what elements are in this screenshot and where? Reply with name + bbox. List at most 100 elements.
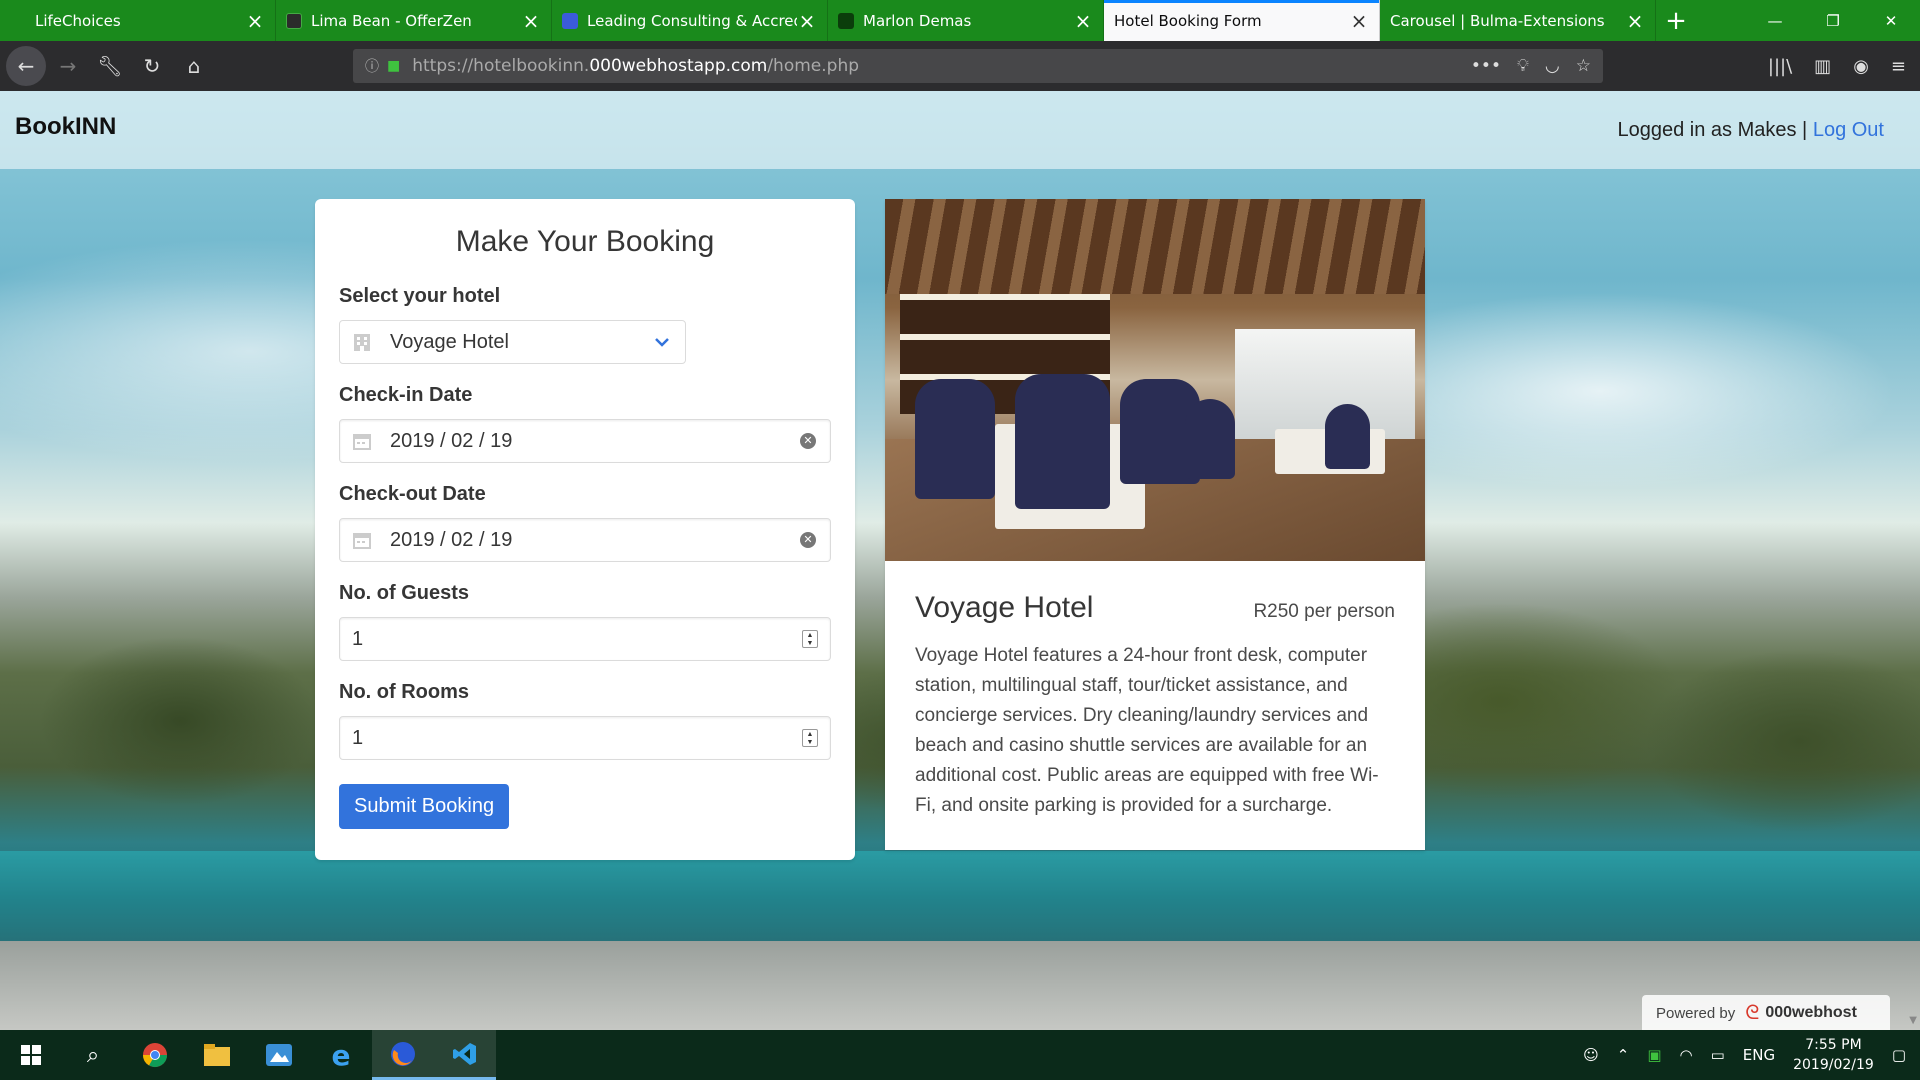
tab-title: Hotel Booking Form xyxy=(1114,11,1262,30)
people-icon[interactable]: ☺ xyxy=(1583,1046,1599,1064)
tab-favicon-icon xyxy=(562,12,578,29)
site-brand[interactable]: BookINN xyxy=(15,113,116,141)
more-actions-icon[interactable]: ••• xyxy=(1471,56,1501,76)
form-title: Make Your Booking xyxy=(455,225,715,258)
checkin-field: Check-in Date 2019 / 02 / 19 ✕ xyxy=(339,384,831,463)
photo-chair xyxy=(1015,374,1110,509)
close-tab-icon[interactable]: × xyxy=(1349,9,1369,33)
browser-tab[interactable]: Leading Consulting & Accredit × xyxy=(552,0,828,41)
notifications-icon[interactable]: ▢ xyxy=(1892,1046,1906,1064)
clear-date-icon[interactable]: ✕ xyxy=(800,433,816,449)
wrench-icon[interactable]: 🔧︎ xyxy=(90,46,130,86)
firefox-icon[interactable] xyxy=(372,1030,434,1080)
tab-favicon-icon xyxy=(286,12,302,29)
tab-favicon-icon xyxy=(838,12,854,29)
browser-toolbar: ← → 🔧︎ ↻ ⌂ ⓘ ■ https://hotelbookinn.000w… xyxy=(0,41,1920,91)
background-pool xyxy=(0,851,1920,941)
tray-app-icon[interactable]: ▣ xyxy=(1647,1046,1661,1064)
logout-link[interactable]: Log Out xyxy=(1813,119,1884,141)
language-indicator[interactable]: ENG xyxy=(1743,1046,1775,1064)
browser-tab[interactable]: Marlon Demas × xyxy=(828,0,1104,41)
restore-icon[interactable]: ❐ xyxy=(1804,0,1862,41)
checkout-label: Check-out Date xyxy=(339,483,486,505)
forward-arrow-icon[interactable]: → xyxy=(48,46,88,86)
hotel-price: R250 per person xyxy=(1253,601,1395,622)
home-icon[interactable]: ⌂ xyxy=(174,46,214,86)
browser-tab-active[interactable]: Hotel Booking Form × xyxy=(1104,0,1380,41)
spin-down-icon[interactable]: ▼ xyxy=(803,639,817,647)
battery-icon[interactable]: ▭ xyxy=(1711,1046,1725,1064)
vscode-icon[interactable] xyxy=(434,1030,496,1080)
checkin-label: Check-in Date xyxy=(339,384,473,406)
photo-ceiling xyxy=(885,199,1425,294)
tab-title: Marlon Demas xyxy=(863,11,972,30)
spin-up-icon[interactable]: ▲ xyxy=(803,730,817,738)
000webhost-logo-icon: ᘓ xyxy=(1745,1001,1760,1024)
reload-icon[interactable]: ↻ xyxy=(132,46,172,86)
edge-icon[interactable]: e xyxy=(310,1030,372,1080)
checkout-date-input[interactable]: 2019 / 02 / 19 ✕ xyxy=(339,518,831,562)
extension-icon[interactable]: ◉ xyxy=(1853,56,1869,77)
window-controls: — ❐ ✕ xyxy=(1746,0,1920,41)
close-window-icon[interactable]: ✕ xyxy=(1862,0,1920,41)
checkin-date-input[interactable]: 2019 / 02 / 19 ✕ xyxy=(339,419,831,463)
close-tab-icon[interactable]: × xyxy=(797,9,817,33)
close-tab-icon[interactable]: × xyxy=(1625,9,1645,33)
photo-chair xyxy=(915,379,995,499)
powered-by-badge[interactable]: Powered by ᘓ 000webhost xyxy=(1642,995,1890,1030)
close-tab-icon[interactable]: × xyxy=(1073,9,1093,33)
pocket-icon[interactable]: ◡ xyxy=(1545,56,1560,76)
info-icon[interactable]: ⓘ xyxy=(365,56,379,76)
number-spinner[interactable]: ▲ ▼ xyxy=(802,630,818,648)
hotel-select-value: Voyage Hotel xyxy=(390,330,509,353)
checkin-date-value: 2019 / 02 / 19 xyxy=(390,429,513,452)
chevron-down-icon[interactable] xyxy=(647,337,677,347)
rooms-number-input[interactable]: 1 ▲ ▼ xyxy=(339,716,831,760)
lock-icon: ■ xyxy=(387,58,401,74)
site-navbar: BookINN Logged in as Makes | Log Out xyxy=(0,91,1920,169)
hotel-select[interactable]: Voyage Hotel xyxy=(339,320,686,364)
bookmark-star-icon[interactable]: ☆ xyxy=(1576,56,1591,76)
clock-time: 7:55 PM xyxy=(1805,1037,1862,1053)
search-icon[interactable]: ⌕ xyxy=(62,1030,124,1080)
chrome-icon[interactable] xyxy=(124,1030,186,1080)
submit-booking-button[interactable]: Submit Booking xyxy=(339,784,510,829)
windows-start-icon[interactable] xyxy=(0,1030,62,1080)
photos-app-icon[interactable] xyxy=(248,1030,310,1080)
system-clock[interactable]: 7:55 PM 2019/02/19 xyxy=(1793,1035,1874,1075)
show-hidden-icons-icon[interactable]: ⌃ xyxy=(1617,1046,1630,1064)
scroll-down-icon[interactable]: ▼ xyxy=(1909,1015,1917,1026)
calendar-icon xyxy=(352,431,372,451)
back-arrow-icon[interactable]: ← xyxy=(6,46,46,86)
spin-up-icon[interactable]: ▲ xyxy=(803,631,817,639)
close-tab-icon[interactable]: × xyxy=(521,9,541,33)
browser-tab[interactable]: Lima Bean - OfferZen × xyxy=(276,0,552,41)
guests-value: 1 xyxy=(352,627,364,650)
powered-by-label: Powered by xyxy=(1656,1004,1736,1022)
browser-tab[interactable]: Carousel | Bulma-Extensions × xyxy=(1380,0,1656,41)
page-scrollbar[interactable]: ▼ xyxy=(1903,91,1920,1030)
new-tab-icon[interactable]: + xyxy=(1656,0,1696,41)
logged-in-text: Logged in as Makes | xyxy=(1617,119,1808,141)
file-explorer-icon[interactable] xyxy=(186,1030,248,1080)
url-path: /home.php xyxy=(767,56,860,76)
wifi-icon[interactable]: ◠ xyxy=(1680,1046,1693,1064)
tab-title: Carousel | Bulma-Extensions xyxy=(1390,11,1605,30)
guests-number-input[interactable]: 1 ▲ ▼ xyxy=(339,617,831,661)
spin-down-icon[interactable]: ▼ xyxy=(803,738,817,746)
library-icon[interactable]: |||\ xyxy=(1768,56,1792,77)
number-spinner[interactable]: ▲ ▼ xyxy=(802,729,818,747)
booking-form-card: Make Your Booking Select your hotel Voya… xyxy=(315,199,855,860)
hotel-info-card: Voyage Hotel R250 per person Voyage Hote… xyxy=(885,199,1425,850)
address-bar[interactable]: ⓘ ■ https://hotelbookinn.000webhostapp.c… xyxy=(353,49,1603,83)
sidebar-icon[interactable]: ▥ xyxy=(1814,56,1831,77)
minimize-icon[interactable]: — xyxy=(1746,0,1804,41)
hotel-description: Voyage Hotel features a 24-hour front de… xyxy=(915,645,1379,816)
url-text[interactable]: https://hotelbookinn.000webhostapp.com/h… xyxy=(412,56,1471,76)
lightbulb-icon[interactable]: 💡︎ xyxy=(1517,56,1529,76)
browser-tab[interactable]: LifeChoices × xyxy=(0,0,276,41)
url-prefix: https://hotelbookinn. xyxy=(412,56,590,76)
close-tab-icon[interactable]: × xyxy=(245,9,265,33)
clear-date-icon[interactable]: ✕ xyxy=(800,532,816,548)
menu-icon[interactable]: ≡ xyxy=(1891,56,1906,77)
